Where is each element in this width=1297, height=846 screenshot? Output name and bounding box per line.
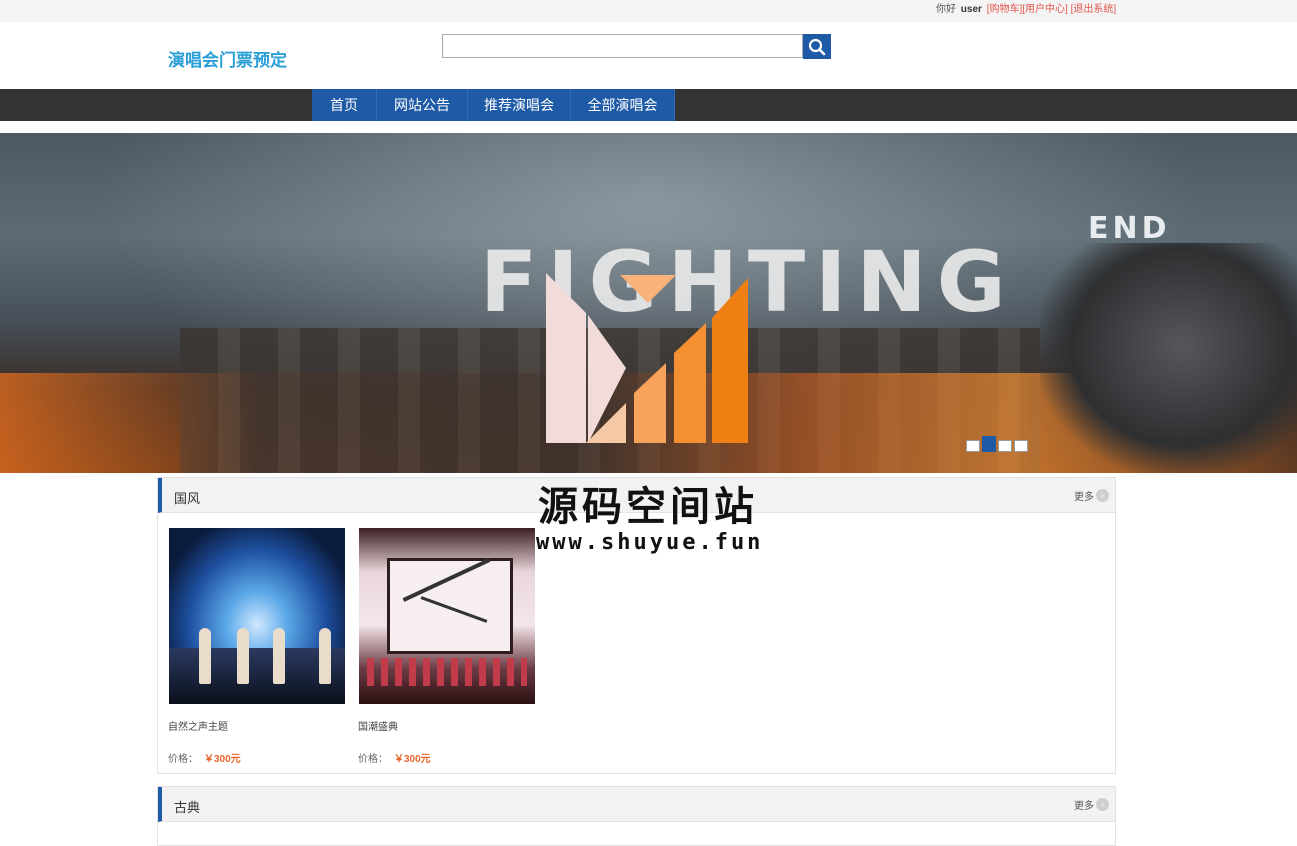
price-value: ￥300元 xyxy=(394,754,431,765)
price-value: ￥300元 xyxy=(204,754,241,765)
category-section-classical: 古典 更多 › xyxy=(157,786,1116,846)
performer-figure xyxy=(273,628,285,684)
more-link[interactable]: 更多 › xyxy=(1074,797,1109,812)
section-title: 国风 xyxy=(174,491,201,506)
main-nav: 首页 网站公告 推荐演唱会 全部演唱会 xyxy=(0,89,1297,121)
watermark-logo-icon xyxy=(546,273,748,443)
more-link[interactable]: 更多 › xyxy=(1074,488,1109,503)
carousel-dot-4[interactable] xyxy=(1014,440,1028,452)
concert-name[interactable]: 自然之声主题 xyxy=(168,718,228,733)
site-logo[interactable]: 演唱会门票预定 xyxy=(168,46,287,71)
watermark-title: 源码空间站 xyxy=(538,484,758,530)
concert-poster[interactable] xyxy=(169,528,345,704)
more-label: 更多 xyxy=(1074,492,1094,503)
performer-figure xyxy=(319,628,331,684)
performer-figure xyxy=(199,628,211,684)
performer-row xyxy=(367,658,527,686)
price-label: 价格： xyxy=(168,754,198,765)
carousel-indicators xyxy=(966,436,1028,452)
chevron-right-icon: › xyxy=(1096,798,1109,811)
cart-link[interactable]: [购物车] xyxy=(987,4,1023,15)
watermark-url: www.shuyue.fun xyxy=(536,530,764,555)
banner-soldier-figure xyxy=(1040,243,1297,473)
username: user xyxy=(960,4,982,15)
concert-card: 自然之声主题 价格： ￥300元 xyxy=(168,528,345,765)
price-row: 价格： ￥300元 xyxy=(358,750,431,765)
concert-card: 国潮盛典 价格： ￥300元 xyxy=(358,528,535,765)
top-utility-bar: 你好 user [购物车][用户中心] [退出系统] xyxy=(0,0,1297,22)
search-icon xyxy=(808,38,826,55)
search-button[interactable] xyxy=(803,34,831,59)
carousel-dot-3[interactable] xyxy=(998,440,1012,452)
performer-figure xyxy=(237,628,249,684)
concert-poster[interactable] xyxy=(359,528,535,704)
concert-name[interactable]: 国潮盛典 xyxy=(358,718,398,733)
site-header: 演唱会门票预定 xyxy=(0,22,1297,89)
price-label: 价格： xyxy=(358,754,388,765)
search-input[interactable] xyxy=(442,34,803,58)
chevron-right-icon: › xyxy=(1096,489,1109,502)
nav-item-home[interactable]: 首页 xyxy=(312,89,377,121)
logout-link[interactable]: [退出系统] xyxy=(1071,4,1117,15)
more-label: 更多 xyxy=(1074,801,1094,812)
carousel-dot-2[interactable] xyxy=(982,436,996,452)
price-row: 价格： ￥300元 xyxy=(168,750,241,765)
user-area: 你好 user [购物车][用户中心] [退出系统] xyxy=(936,0,1116,20)
nav-item-all-concerts[interactable]: 全部演唱会 xyxy=(571,89,675,121)
section-header: 古典 更多 › xyxy=(158,787,1115,822)
nav-item-recommended-concerts[interactable]: 推荐演唱会 xyxy=(468,89,571,121)
greeting-text: 你好 xyxy=(936,4,956,15)
user-center-link[interactable]: [用户中心] xyxy=(1022,4,1068,15)
section-title: 古典 xyxy=(174,800,201,815)
banner-title-small: END xyxy=(1088,211,1171,246)
nav-menu: 首页 网站公告 推荐演唱会 全部演唱会 xyxy=(312,89,675,121)
nav-item-announcements[interactable]: 网站公告 xyxy=(377,89,468,121)
carousel-dot-1[interactable] xyxy=(966,440,980,452)
